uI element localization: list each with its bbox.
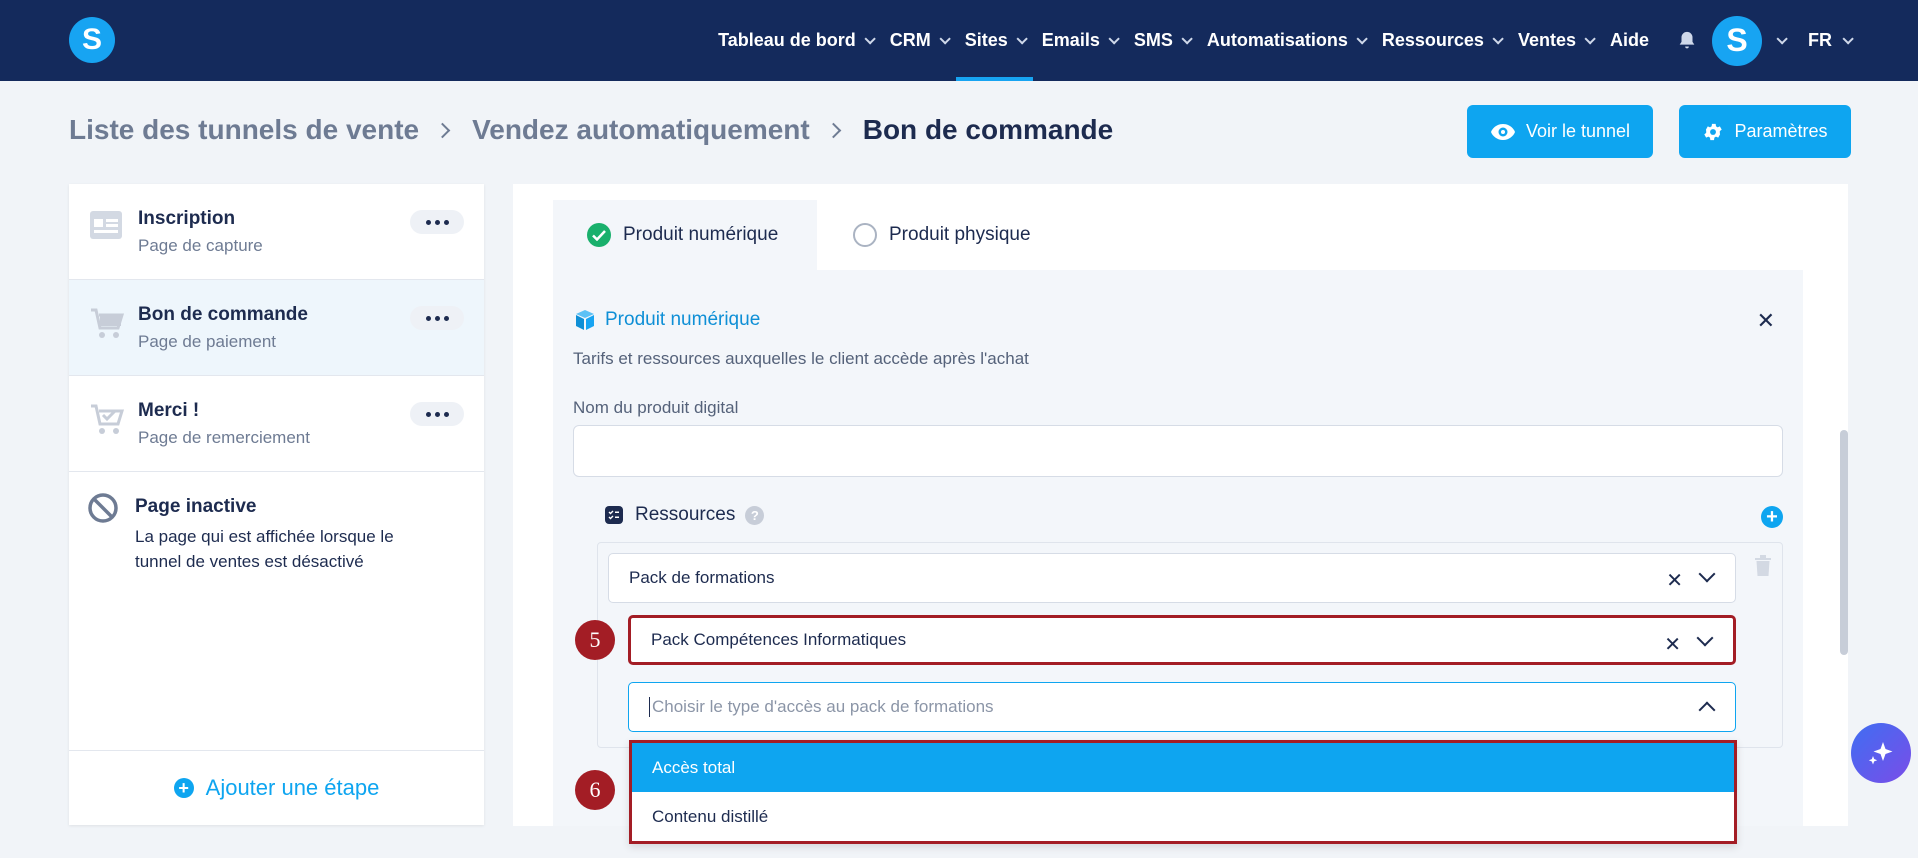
product-type-tabs: Produit numérique Produit physique bbox=[553, 200, 1803, 270]
close-icon[interactable]: ✕ bbox=[1757, 308, 1775, 334]
add-resource-button[interactable]: + bbox=[1761, 506, 1783, 528]
step-subtitle: Page de capture bbox=[138, 236, 263, 255]
nav-item-tableau-de-bord[interactable]: Tableau de bord bbox=[709, 0, 881, 81]
resource-item: Pack de formations ✕ Pack Compétences In… bbox=[597, 542, 1783, 748]
step-subtitle: Page de remerciement bbox=[138, 428, 310, 447]
nav-item-ressources[interactable]: Ressources bbox=[1373, 0, 1509, 81]
chevron-down-icon bbox=[1016, 32, 1028, 45]
nav-item-sms[interactable]: SMS bbox=[1125, 0, 1198, 81]
chevron-down-icon[interactable] bbox=[1698, 565, 1716, 583]
app-logo[interactable]: S bbox=[69, 17, 115, 63]
box-icon bbox=[576, 310, 594, 330]
chevron-up-icon[interactable] bbox=[1698, 701, 1716, 719]
breadcrumb: Liste des tunnels de vente Vendez automa… bbox=[69, 114, 1113, 146]
product-name-label: Nom du produit digital bbox=[573, 398, 739, 417]
nav-item-ventes[interactable]: Ventes bbox=[1509, 0, 1601, 81]
nav-item-aide[interactable]: Aide bbox=[1601, 0, 1658, 81]
chevron-down-icon bbox=[1492, 32, 1504, 45]
step-title: Bon de commande bbox=[138, 304, 308, 325]
nav-item-crm[interactable]: CRM bbox=[881, 0, 956, 81]
breadcrumb-funnel[interactable]: Vendez automatiquement bbox=[472, 114, 810, 146]
help-icon[interactable]: ? bbox=[745, 505, 765, 525]
product-name-input[interactable] bbox=[573, 425, 1783, 477]
step-inscription[interactable]: Inscription Page de capture bbox=[69, 184, 484, 280]
gear-icon bbox=[1704, 123, 1723, 140]
card-description: Tarifs et ressources auxquelles le clien… bbox=[573, 349, 1029, 368]
chevron-down-icon[interactable] bbox=[1696, 629, 1714, 647]
nav-item-automatisations[interactable]: Automatisations bbox=[1198, 0, 1373, 81]
language-selector[interactable]: FR bbox=[1808, 30, 1854, 51]
main-nav: Tableau de bord CRM Sites Emails SMS Aut… bbox=[709, 0, 1918, 81]
card-title: Produit numérique bbox=[573, 308, 760, 332]
breadcrumb-funnel-list[interactable]: Liste des tunnels de vente bbox=[69, 114, 419, 146]
chevron-right-icon bbox=[434, 122, 451, 138]
option-acces-total[interactable]: Accès total bbox=[632, 743, 1734, 792]
checklist-icon bbox=[605, 506, 623, 524]
settings-button[interactable]: Paramètres bbox=[1679, 105, 1851, 158]
annotation-badge-5: 5 bbox=[575, 620, 615, 660]
step-bon-de-commande[interactable]: Bon de commande Page de paiement bbox=[69, 280, 484, 376]
trash-icon[interactable] bbox=[1754, 555, 1772, 577]
ai-assistant-button[interactable] bbox=[1851, 723, 1911, 783]
tab-physical-product[interactable]: Produit physique bbox=[853, 200, 1031, 270]
chevron-down-icon bbox=[939, 32, 951, 45]
more-options-button[interactable] bbox=[410, 402, 464, 426]
page-title: Bon de commande bbox=[862, 114, 1114, 145]
more-options-button[interactable] bbox=[410, 210, 464, 234]
form-icon bbox=[90, 211, 122, 239]
user-avatar[interactable]: S bbox=[1712, 15, 1762, 66]
check-circle-icon bbox=[587, 223, 611, 247]
resources-label: Ressources ? bbox=[605, 504, 765, 526]
chevron-down-icon bbox=[1108, 32, 1120, 45]
chevron-down-icon bbox=[1842, 32, 1854, 45]
annotation-badge-6: 6 bbox=[575, 770, 615, 810]
clear-icon[interactable]: ✕ bbox=[1666, 568, 1683, 593]
more-options-button[interactable] bbox=[410, 306, 464, 330]
step-description: La page qui est affichée lorsque le tunn… bbox=[135, 527, 394, 571]
step-merci[interactable]: Merci ! Page de remerciement bbox=[69, 376, 484, 472]
resource-type-select[interactable]: Pack de formations ✕ bbox=[608, 553, 1736, 603]
step-inactive-page[interactable]: Page inactive La page qui est affichée l… bbox=[69, 472, 484, 592]
sparkle-icon bbox=[1868, 742, 1893, 765]
clear-icon[interactable]: ✕ bbox=[1664, 632, 1681, 657]
access-type-dropdown: Accès total Contenu distillé bbox=[629, 740, 1737, 844]
step-subtitle: Page de paiement bbox=[138, 332, 276, 351]
plus-circle-icon: + bbox=[173, 778, 194, 798]
chevron-down-icon bbox=[1584, 32, 1596, 45]
chevron-down-icon bbox=[1181, 32, 1193, 45]
step-title: Merci ! bbox=[138, 400, 200, 421]
funnel-steps-panel: Inscription Page de capture Bon de comma… bbox=[69, 184, 484, 825]
chevron-down-icon[interactable] bbox=[1776, 32, 1788, 45]
cart-icon bbox=[91, 308, 125, 338]
chevron-down-icon bbox=[1356, 32, 1368, 45]
chevron-down-icon bbox=[864, 32, 876, 45]
scrollbar[interactable] bbox=[1840, 430, 1848, 655]
training-pack-select[interactable]: Pack Compétences Informatiques ✕ bbox=[628, 615, 1736, 665]
nav-item-sites[interactable]: Sites bbox=[955, 0, 1033, 81]
chevron-right-icon bbox=[825, 122, 842, 138]
ban-icon bbox=[88, 493, 118, 523]
bell-icon[interactable] bbox=[1676, 30, 1698, 52]
step-title: Page inactive bbox=[135, 496, 257, 517]
cart-check-icon bbox=[91, 404, 125, 434]
product-editor-panel: Produit numérique Produit physique Produ… bbox=[513, 184, 1848, 826]
step-title: Inscription bbox=[138, 208, 236, 229]
top-navbar: S Tableau de bord CRM Sites Emails SMS A… bbox=[0, 0, 1918, 81]
nav-item-emails[interactable]: Emails bbox=[1033, 0, 1125, 81]
radio-empty-icon bbox=[853, 223, 877, 247]
text-caret bbox=[649, 697, 650, 717]
eye-icon bbox=[1490, 123, 1515, 140]
add-step-button[interactable]: + Ajouter une étape bbox=[69, 750, 484, 825]
view-funnel-button[interactable]: Voir le tunnel bbox=[1467, 105, 1653, 158]
tab-digital-product[interactable]: Produit numérique bbox=[553, 200, 817, 270]
access-type-select[interactable]: Choisir le type d'accès au pack de forma… bbox=[628, 682, 1736, 732]
option-contenu-distille[interactable]: Contenu distillé bbox=[632, 792, 1734, 841]
